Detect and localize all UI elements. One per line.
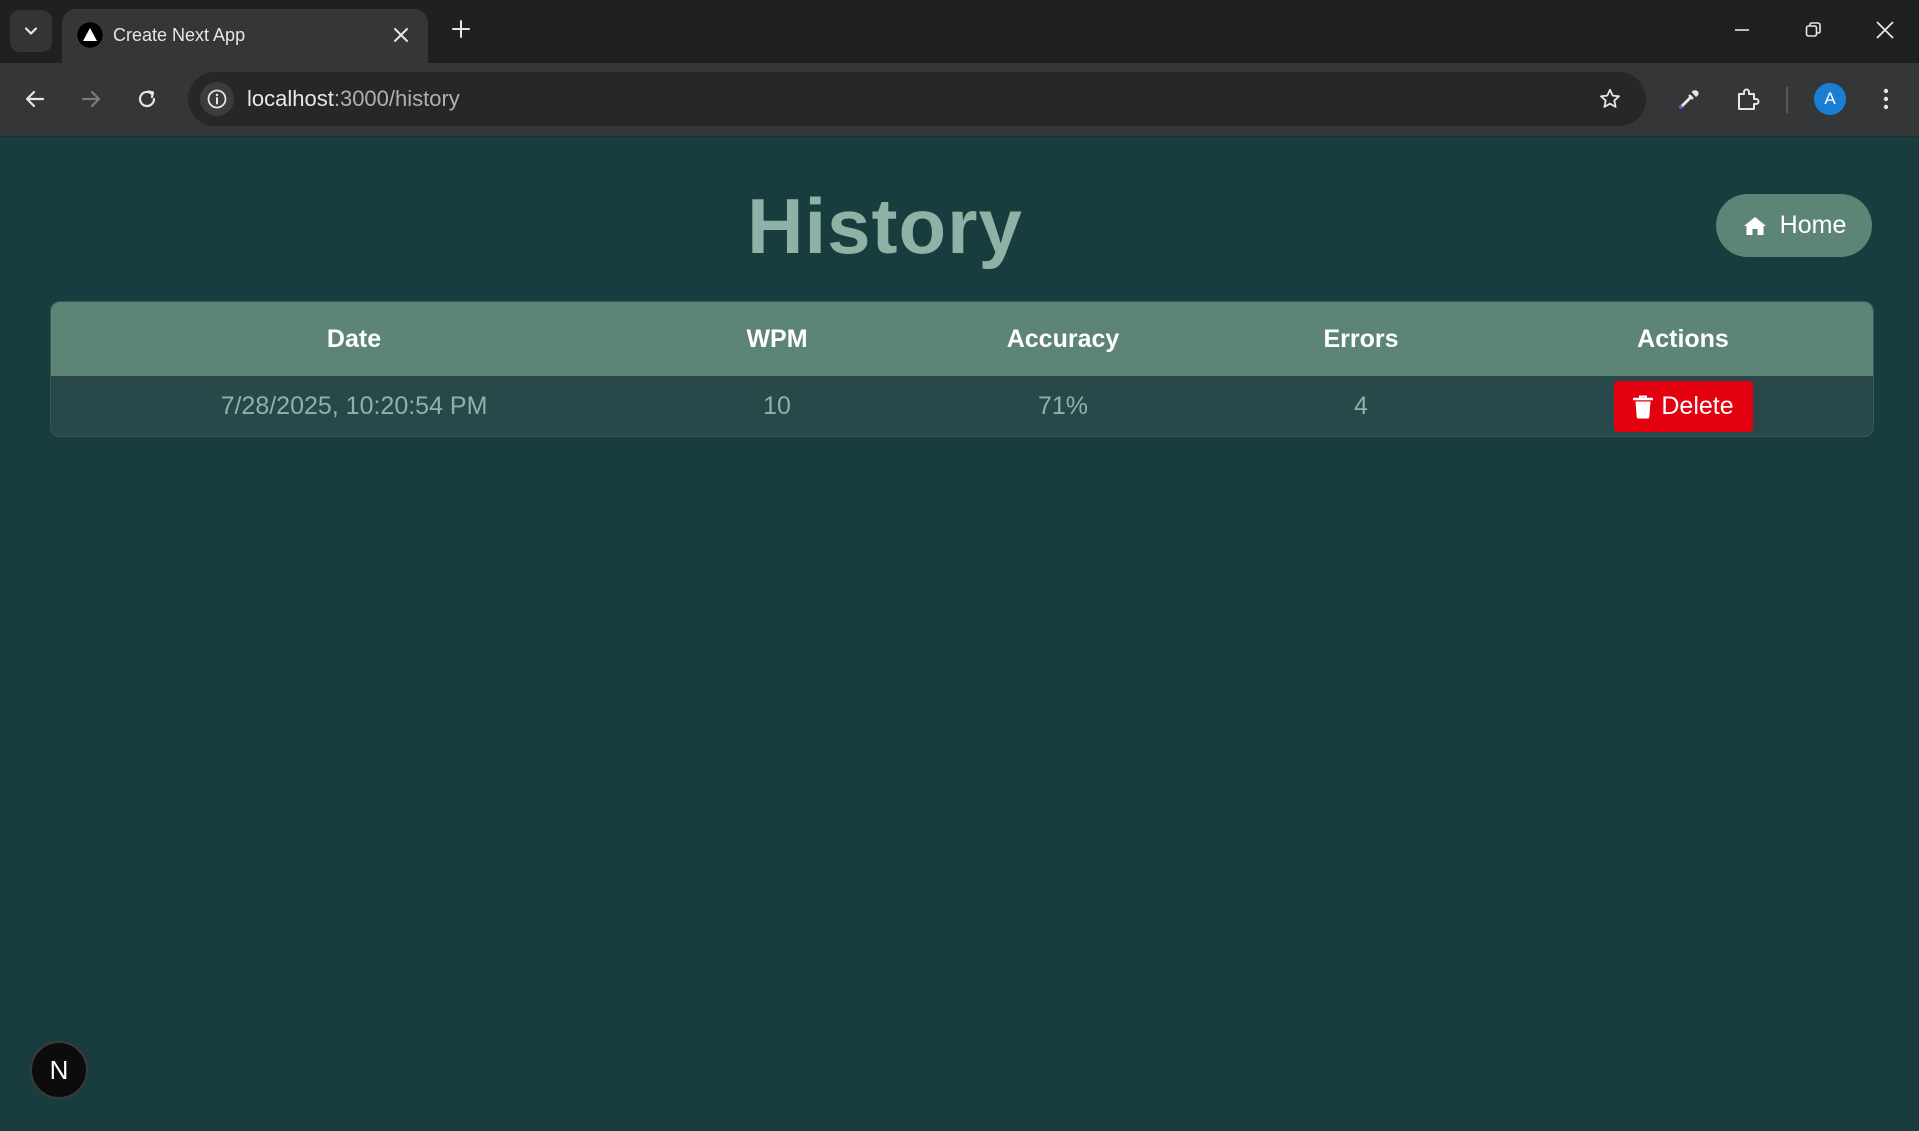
chevron-down-icon [24,27,38,35]
extensions-puzzle-icon[interactable] [1727,79,1767,119]
home-button-label: Home [1779,211,1847,239]
site-info-icon[interactable] [200,82,234,116]
back-button[interactable] [15,79,55,119]
url-text: localhost:3000/history [247,86,460,112]
restore-icon [1805,22,1821,37]
home-icon [1743,216,1766,235]
browser-tabstrip: Create Next App [0,0,1919,63]
history-table: Date WPM Accuracy Errors Actions 7/28/20… [50,301,1874,437]
history-page: History Home Date WPM Accuracy Errors Ac… [0,137,1919,1131]
reload-button[interactable] [127,79,167,119]
new-tab-button[interactable] [446,14,476,44]
nextjs-dev-tools-button[interactable]: N [30,1041,88,1099]
cell-wpm: 10 [763,392,791,420]
browser-tab-active[interactable]: Create Next App [62,9,428,63]
reload-icon [138,90,156,108]
table-row: 7/28/2025, 10:20:54 PM 10 71% 4 Delete [51,376,1873,436]
minimize-button[interactable] [1712,10,1772,50]
address-bar[interactable]: localhost:3000/history [188,72,1646,126]
arrow-left-icon [25,90,45,108]
nextjs-favicon-icon [77,22,103,48]
close-window-button[interactable] [1855,10,1915,50]
profile-avatar[interactable]: A [1814,83,1846,115]
cell-accuracy: 71% [1037,392,1089,420]
browser-toolbar: localhost:3000/history A [0,63,1919,137]
url-path: :3000/history [333,86,460,111]
minimize-icon [1735,29,1749,31]
eyedropper-extension-icon[interactable] [1669,79,1709,119]
home-button[interactable]: Home [1716,194,1872,257]
plus-icon [452,20,470,38]
page-title: History [747,182,1023,270]
cell-date: 7/28/2025, 10:20:54 PM [220,392,488,420]
close-icon [1876,21,1894,39]
trash-icon [1633,395,1654,418]
cell-errors: 4 [1354,392,1368,420]
browser-menu-icon[interactable] [1866,79,1906,119]
nextjs-logo-icon: N [49,1054,69,1085]
delete-button-label: Delete [1661,392,1734,420]
arrow-right-icon [81,90,101,108]
url-host: localhost [247,86,334,111]
delete-button[interactable]: Delete [1614,381,1753,432]
toolbar-divider [1786,87,1788,113]
restore-button[interactable] [1783,10,1843,50]
tab-search-button[interactable] [10,10,52,52]
column-header-actions: Actions [1637,325,1729,353]
forward-button[interactable] [71,79,111,119]
bookmark-star-icon[interactable] [1596,85,1624,113]
tab-title: Create Next App [113,25,246,45]
tab-close-icon[interactable] [388,22,414,48]
